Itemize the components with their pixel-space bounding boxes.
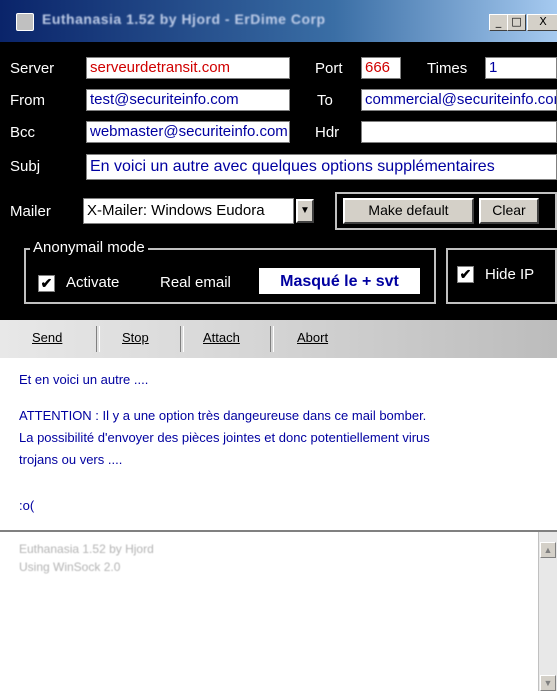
port-label: Port	[315, 60, 343, 77]
port-input[interactable]: 666	[361, 57, 401, 79]
toolbar: Send Stop Attach Abort	[0, 320, 557, 358]
from-label: From	[10, 92, 45, 109]
activate-checkbox[interactable]: ✔	[38, 275, 55, 292]
scroll-down-icon[interactable]: ▼	[540, 675, 556, 691]
maximize-button[interactable]: □	[507, 14, 526, 31]
chevron-down-icon[interactable]: ▼	[296, 199, 314, 223]
subj-label: Subj	[10, 158, 41, 175]
server-input[interactable]: serveurdetransit.com	[86, 57, 290, 79]
window-title: Euthanasia 1.52 by Hjord - ErDime Corp	[42, 11, 326, 27]
app-icon	[16, 13, 34, 31]
log-scrollbar[interactable]: ▲ ▼	[538, 532, 557, 691]
title-bar[interactable]: Euthanasia 1.52 by Hjord - ErDime Corp _…	[0, 0, 557, 42]
toolbar-separator	[270, 326, 274, 352]
times-label: Times	[427, 60, 468, 77]
message-line: La possibilité d'envoyer des pièces join…	[19, 430, 430, 445]
from-input[interactable]: test@securiteinfo.com	[86, 89, 290, 111]
hide-ip-checkbox[interactable]: ✔	[457, 266, 474, 283]
minimize-button[interactable]: _	[489, 14, 508, 31]
attach-button[interactable]: Attach	[203, 330, 240, 345]
bcc-label: Bcc	[10, 124, 36, 141]
to-input[interactable]: commercial@securiteinfo.com	[361, 89, 557, 111]
mailer-select[interactable]: X-Mailer: Windows Eudora	[83, 198, 294, 224]
toolbar-separator	[96, 326, 100, 352]
close-button[interactable]: X	[527, 14, 557, 31]
mailer-label: Mailer	[10, 203, 51, 220]
send-button[interactable]: Send	[32, 330, 62, 345]
activate-label: Activate	[66, 274, 120, 291]
real-email-label: Real email	[160, 274, 231, 291]
server-label: Server	[10, 60, 55, 77]
times-input[interactable]: 1	[485, 57, 557, 79]
scroll-up-icon[interactable]: ▲	[540, 542, 556, 558]
message-body[interactable]: Et en voici un autre .... ATTENTION : Il…	[0, 358, 557, 530]
abort-button[interactable]: Abort	[297, 330, 328, 345]
make-default-button[interactable]: Make default	[343, 198, 474, 224]
bcc-input[interactable]: webmaster@securiteinfo.com	[86, 121, 290, 143]
message-line: Et en voici un autre ....	[19, 372, 149, 387]
mailer-value: X-Mailer: Windows Eudora	[87, 202, 265, 219]
clear-button[interactable]: Clear	[479, 198, 539, 224]
message-line: trojans ou vers ....	[19, 452, 123, 467]
hide-ip-label: Hide IP	[485, 266, 535, 283]
message-line: ATTENTION : Il y a une option très dange…	[19, 408, 427, 423]
to-label: To	[317, 92, 333, 109]
toolbar-separator	[180, 326, 184, 352]
anonymail-group-title: Anonymail mode	[30, 239, 148, 256]
hdr-label: Hdr	[315, 124, 340, 141]
message-line: :o(	[19, 498, 35, 513]
hdr-input[interactable]	[361, 121, 557, 143]
log-line: Using WinSock 2.0	[19, 560, 121, 574]
app-window: Euthanasia 1.52 by Hjord - ErDime Corp _…	[0, 0, 557, 691]
stop-button[interactable]: Stop	[122, 330, 149, 345]
real-email-input[interactable]: Masqué le + svt	[257, 266, 422, 296]
log-line: Euthanasia 1.52 by Hjord	[19, 542, 154, 556]
status-log[interactable]: Euthanasia 1.52 by Hjord Using WinSock 2…	[0, 530, 557, 691]
subject-input[interactable]: En voici un autre avec quelques options …	[86, 154, 557, 180]
